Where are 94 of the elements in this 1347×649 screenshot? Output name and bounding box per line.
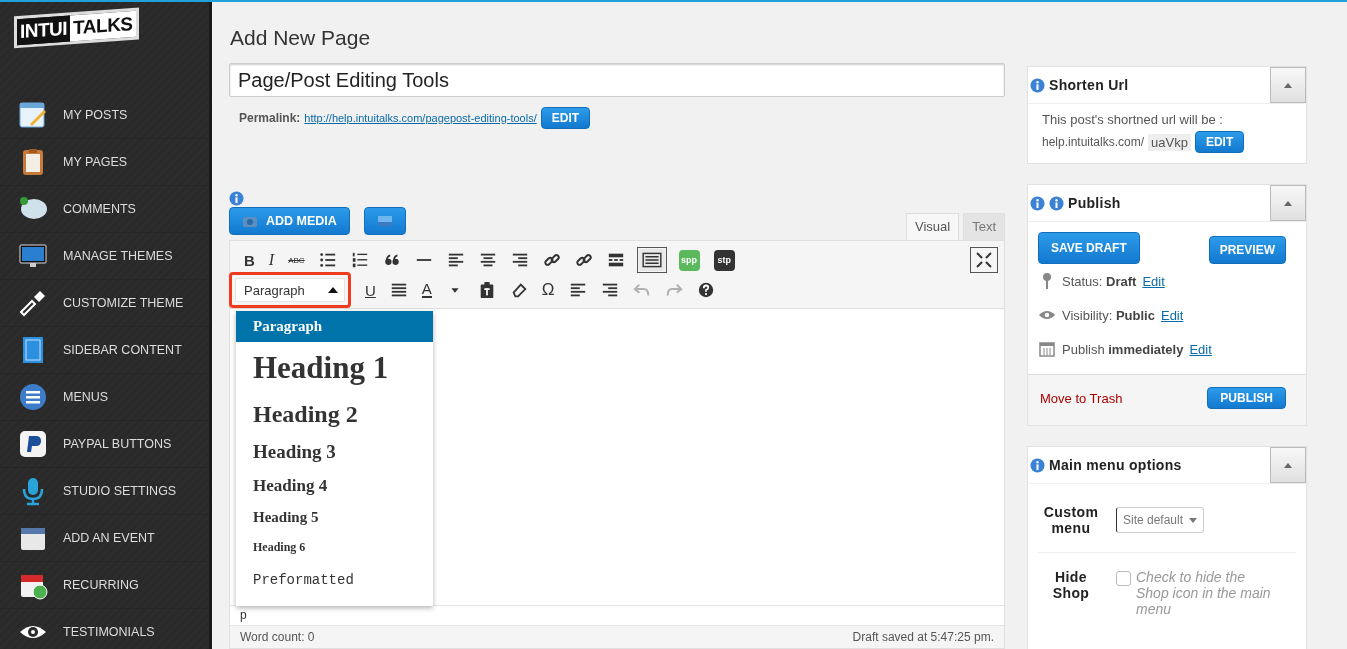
save-draft-button[interactable]: SAVE DRAFT — [1038, 232, 1140, 264]
text-color-button[interactable]: A — [421, 282, 432, 298]
sidebar-item[interactable]: MY PAGES — [0, 139, 209, 186]
eye-icon — [1038, 309, 1056, 321]
sidebar-item[interactable]: PAYPAL BUTTONS — [0, 421, 209, 468]
caret-icon — [328, 287, 338, 293]
caret-icon — [1189, 517, 1198, 523]
align-center-icon[interactable] — [478, 251, 497, 269]
publish-button[interactable]: PUBLISH — [1207, 387, 1286, 409]
justify-icon[interactable] — [389, 281, 408, 299]
draft-saved-text: Draft saved at 5:47:25 pm. — [852, 630, 994, 644]
editor-tab[interactable]: Visual — [905, 213, 960, 240]
sidebar-item[interactable]: MY POSTS — [0, 92, 209, 139]
help-icon[interactable] — [696, 281, 715, 299]
custom-menu-select[interactable]: Site default — [1116, 507, 1205, 533]
format-option[interactable]: Heading 4 — [236, 470, 433, 502]
checkbox-label: Check to hide the Shop icon in the main menu — [1136, 569, 1272, 617]
image-icon — [377, 216, 392, 226]
info-icon — [229, 191, 244, 206]
format-option[interactable]: Heading 5 — [236, 502, 433, 532]
align-right-icon[interactable] — [510, 251, 529, 269]
link-icon[interactable] — [542, 251, 561, 269]
format-option[interactable]: Heading 3 — [236, 434, 433, 470]
keyboard-icon[interactable] — [638, 249, 665, 271]
calendar-icon — [1038, 341, 1056, 357]
format-option[interactable]: Heading 6 — [236, 532, 433, 562]
sidebar-item[interactable]: MANAGE THEMES — [0, 233, 209, 280]
format-option[interactable]: Heading 1 — [236, 342, 433, 394]
permalink-link[interactable]: http://help.intuitalks.com/pagepost-editing-tools/ — [304, 112, 537, 124]
add-media-button[interactable]: ADD MEDIA — [229, 207, 350, 235]
sidebar-item[interactable]: STUDIO SETTINGS — [0, 468, 209, 515]
panel-title: Main menu options — [1049, 457, 1182, 473]
sidebar-item[interactable]: ADD AN EVENT — [0, 515, 209, 562]
logo: INTUI TALKS — [14, 7, 139, 49]
url-base: help.intuitalks.com/ — [1042, 135, 1145, 149]
panel-title: Publish — [1068, 195, 1121, 211]
image-button[interactable] — [363, 207, 406, 235]
edit-link[interactable]: Edit — [1189, 341, 1212, 357]
checkbox[interactable] — [1116, 571, 1131, 586]
sidebar-item[interactable]: RECURRING — [0, 562, 209, 609]
dropper-icon — [18, 288, 48, 318]
sidebar-item[interactable]: COMMENTS — [0, 186, 209, 233]
outdent-icon[interactable] — [568, 281, 587, 299]
panel-title: Shorten Url — [1049, 77, 1129, 93]
publish-setting: Status: Draft — [1062, 273, 1137, 289]
format-select[interactable]: Paragraph — [235, 278, 345, 302]
tile-icon — [18, 429, 48, 459]
shortened-url-text: This post's shortned url will be : — [1042, 112, 1224, 127]
sidebar-item[interactable]: MENUS — [0, 374, 209, 421]
permalink-label: Permalink: — [239, 111, 301, 125]
info-icon — [1030, 195, 1045, 211]
title-field[interactable]: Page/Post Editing Tools — [229, 63, 1005, 97]
sidebar-item[interactable]: CUSTOMIZE THEME — [0, 280, 209, 327]
move-to-trash-link[interactable]: Move to Trash — [1040, 390, 1123, 406]
sidebar-item[interactable]: SIDEBAR CONTENT — [0, 327, 209, 374]
publish-setting: Visibility: Public — [1062, 307, 1155, 323]
unlink-icon[interactable] — [574, 251, 593, 269]
italic-button[interactable]: I — [268, 251, 275, 269]
bullet-list-icon[interactable] — [318, 251, 337, 269]
word-count: Word count: 0 — [240, 630, 315, 644]
info-icon — [1049, 195, 1064, 211]
read-more-icon[interactable] — [606, 251, 625, 269]
info-icon — [1030, 77, 1045, 93]
fullscreen-icon[interactable] — [970, 247, 998, 273]
strikethrough-button[interactable]: ABC — [288, 255, 305, 265]
format-option[interactable]: Preformatted — [236, 562, 433, 598]
sidebar-item[interactable]: TESTIMONIALS — [0, 609, 209, 649]
field-label: Custom menu — [1042, 504, 1100, 536]
field-label: Hide Shop — [1051, 569, 1091, 601]
caret-icon — [1284, 462, 1292, 468]
url-slug: uaVkp — [1148, 133, 1191, 151]
note-pencil-icon — [18, 100, 48, 130]
page-heading: Add New Page — [230, 26, 372, 50]
plugin-badge-button[interactable]: stp — [713, 249, 735, 271]
format-option[interactable]: Heading 2 — [236, 394, 433, 434]
publish-setting: Publish immediately — [1062, 341, 1184, 357]
edit-link[interactable]: Edit — [1160, 307, 1184, 323]
edit-link[interactable]: Edit — [1142, 273, 1165, 289]
bold-button[interactable]: B — [244, 251, 255, 269]
edit-button[interactable]: EDIT — [540, 107, 591, 129]
menu-icon — [18, 382, 48, 412]
special-character-button[interactable]: Ω — [541, 280, 555, 300]
underline-button[interactable]: U — [365, 281, 376, 299]
element-path: p — [240, 608, 247, 622]
caret-icon — [1284, 200, 1292, 206]
edit-button[interactable]: EDIT — [1194, 131, 1245, 153]
align-left-icon[interactable] — [446, 251, 465, 269]
info-icon — [1030, 457, 1045, 473]
preview-button[interactable]: PREVIEW — [1208, 236, 1286, 264]
numbered-list-icon[interactable] — [350, 251, 369, 269]
indent-icon[interactable] — [600, 281, 619, 299]
editor-tab[interactable]: Text — [963, 213, 1005, 240]
caret-icon — [1284, 82, 1292, 88]
format-option[interactable]: Paragraph — [236, 311, 433, 342]
